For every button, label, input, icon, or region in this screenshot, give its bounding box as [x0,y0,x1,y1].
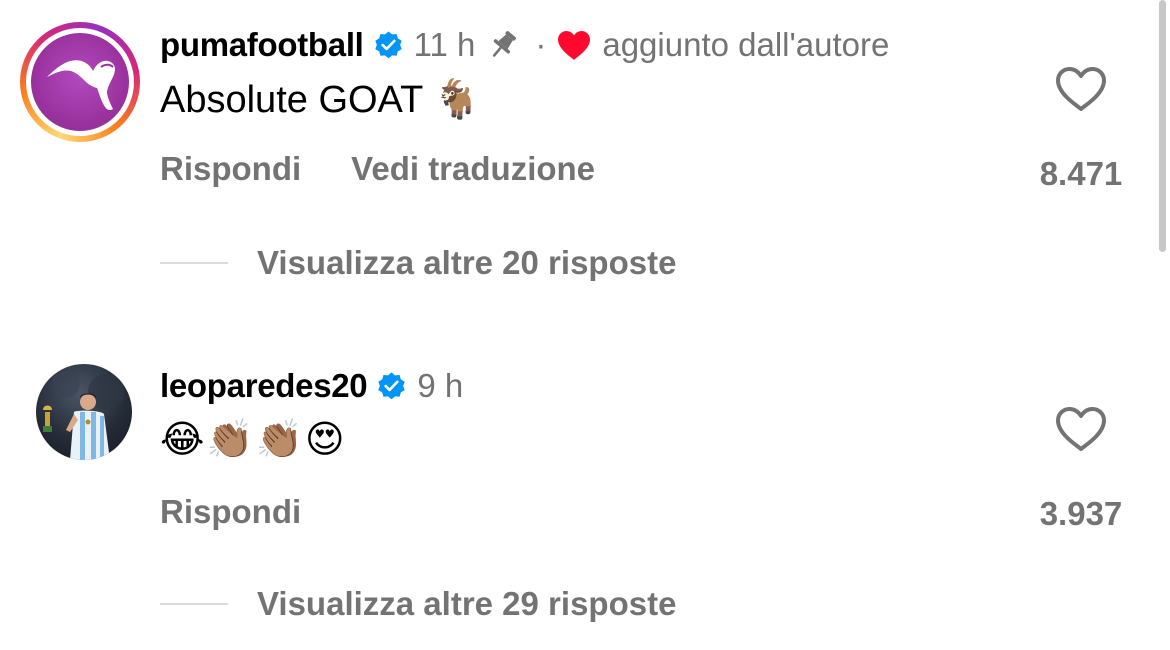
timestamp: 9 h [417,367,464,404]
like-count: 8.471 [1039,155,1123,192]
heart-outline-icon[interactable] [1054,405,1108,453]
avatar[interactable] [31,33,129,131]
avatar[interactable] [36,364,132,460]
verified-badge-icon [378,372,406,399]
replies-divider [160,262,228,264]
player-photo [43,370,124,460]
replies-divider [160,603,228,605]
view-replies-button[interactable]: Visualizza altre 20 risposte [160,244,676,282]
comment-actions: Rispondi [160,493,301,531]
scrollbar[interactable] [1159,0,1166,252]
reply-button[interactable]: Rispondi [160,150,301,188]
heart-filled-icon [558,31,591,60]
puma-logo-icon [47,60,115,111]
pin-icon [493,31,517,57]
username[interactable]: leoparedes20 [160,367,368,405]
comment-text: Absolute GOAT 🐐 [160,79,481,121]
like-count: 3.937 [1039,495,1123,532]
separator-dot: · [535,26,547,63]
view-replies-label: Visualizza altre 29 risposte [257,585,677,622]
like-column: 8.471 [1026,65,1136,193]
comment-text: 😂👏🏽👏🏽😍 [160,419,347,461]
reply-button[interactable]: Rispondi [160,493,301,531]
comment-pumafootball: pumafootball 11 h · aggiunto dall'autore [0,0,1150,340]
view-replies-label: Visualizza altre 20 risposte [257,244,677,281]
comment-actions: Rispondi Vedi traduzione [160,150,595,188]
comment-leoparedes20: leoparedes20 9 h 😂👏🏽👏🏽😍 Rispondi 3.937 V… [0,345,1150,650]
avatar-story-ring[interactable] [20,22,140,142]
heart-outline-icon[interactable] [1054,65,1108,113]
liked-by-author-label: aggiunto dall'autore [602,26,890,63]
see-translation-button[interactable]: Vedi traduzione [351,150,595,188]
comments-screen: pumafootball 11 h · aggiunto dall'autore [0,0,1170,650]
comment-header: pumafootball 11 h · aggiunto dall'autore [160,22,889,68]
username[interactable]: pumafootball [160,26,364,64]
verified-badge-icon [374,31,402,58]
timestamp: 11 h [413,26,476,63]
like-column: 3.937 [1026,405,1136,533]
comment-header: leoparedes20 9 h [160,363,463,409]
view-replies-button[interactable]: Visualizza altre 29 risposte [160,585,676,623]
